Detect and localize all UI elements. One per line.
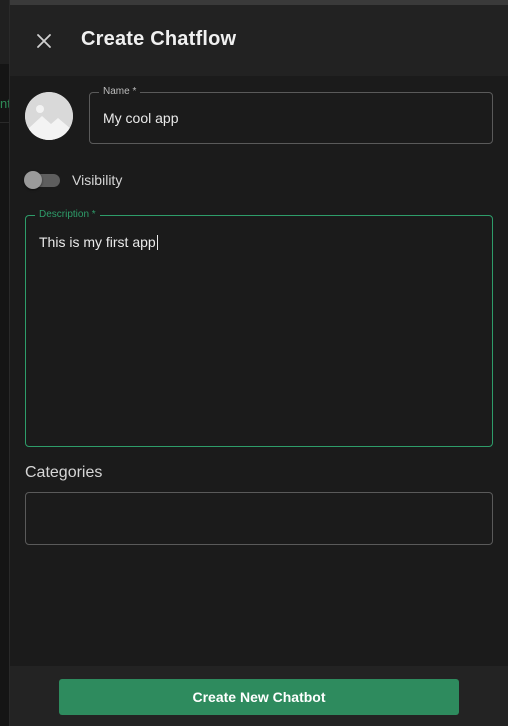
- close-button[interactable]: [32, 29, 56, 53]
- description-field-label: Description *: [35, 209, 100, 221]
- description-field[interactable]: Description * This is my first app: [25, 209, 493, 447]
- description-textarea[interactable]: This is my first app: [39, 234, 158, 250]
- categories-label: Categories: [25, 464, 103, 481]
- dialog-header: Create Chatflow: [10, 5, 508, 76]
- close-icon: [37, 34, 51, 48]
- create-new-chatbot-button[interactable]: Create New Chatbot: [59, 679, 459, 715]
- name-field-label: Name *: [99, 86, 141, 98]
- text-caret: [156, 235, 158, 250]
- visibility-label: Visibility: [72, 172, 123, 188]
- categories-input[interactable]: [25, 492, 493, 545]
- image-placeholder-icon: [25, 92, 73, 140]
- avatar-upload[interactable]: [25, 92, 73, 140]
- dialog-title: Create Chatflow: [81, 28, 237, 50]
- dialog-footer: Create New Chatbot: [10, 666, 508, 726]
- visibility-toggle[interactable]: [24, 171, 60, 189]
- visibility-toggle-knob: [24, 171, 42, 189]
- name-field[interactable]: Name * My cool app: [89, 86, 493, 144]
- create-chatflow-drawer: Create Chatflow Name * My cool app Visib…: [9, 0, 508, 726]
- name-input[interactable]: My cool app: [103, 110, 178, 126]
- description-text: This is my first app: [39, 234, 156, 250]
